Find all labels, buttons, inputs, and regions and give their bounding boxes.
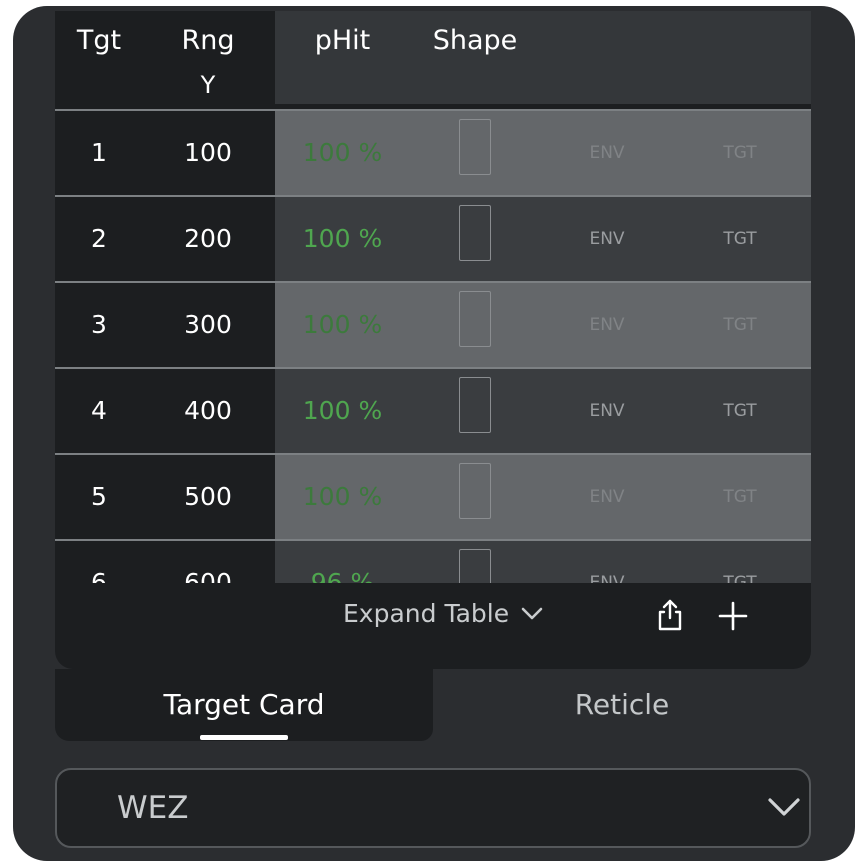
row-tgt: 6: [91, 568, 107, 583]
row-rng: 600: [184, 568, 232, 583]
row-phit: 100 %: [302, 224, 383, 253]
target-shape-icon[interactable]: [459, 291, 491, 347]
row-tgt: 3: [91, 310, 107, 339]
row-tgt: 5: [91, 482, 107, 511]
row-phit: 100 %: [302, 482, 383, 511]
expand-table-button[interactable]: Expand Table: [343, 599, 543, 628]
tgt-button[interactable]: TGT: [705, 197, 775, 281]
table-row[interactable]: 2 200 100 % ENV TGT: [55, 195, 811, 281]
env-button[interactable]: ENV: [572, 455, 642, 539]
table-row[interactable]: 4 400 100 % ENV TGT: [55, 367, 811, 453]
row-phit: 100 %: [302, 396, 383, 425]
target-shape-icon[interactable]: [459, 463, 491, 519]
chevron-down-icon: [768, 798, 800, 816]
row-rng: 500: [184, 482, 232, 511]
target-shape-icon[interactable]: [459, 377, 491, 433]
row-rng: 300: [184, 310, 232, 339]
target-shape-icon[interactable]: [459, 205, 491, 261]
mode-select[interactable]: WEZ: [55, 768, 811, 848]
row-phit: 100 %: [302, 310, 383, 339]
tgt-button[interactable]: TGT: [705, 369, 775, 453]
env-button[interactable]: ENV: [572, 369, 642, 453]
target-table-panel: Tgt Rng Y pHit Shape 1 100 100 % ENV TGT…: [55, 11, 811, 669]
target-shape-icon[interactable]: [459, 549, 491, 583]
header-rng: Rng: [181, 25, 235, 56]
tgt-button[interactable]: TGT: [705, 283, 775, 367]
header-phit: pHit: [314, 25, 371, 56]
tgt-button[interactable]: TGT: [705, 541, 775, 583]
tgt-button[interactable]: TGT: [705, 111, 775, 195]
header-rng-unit: Y: [200, 71, 216, 99]
table-header: Tgt Rng Y pHit Shape: [55, 11, 811, 104]
row-tgt: 1: [91, 138, 107, 167]
env-button[interactable]: ENV: [572, 197, 642, 281]
chevron-down-icon: [521, 607, 543, 619]
row-phit: 100 %: [302, 138, 383, 167]
tab-reticle[interactable]: Reticle: [433, 669, 811, 741]
row-tgt: 2: [91, 224, 107, 253]
row-rng: 200: [184, 224, 232, 253]
table-row[interactable]: 6 600 96 % ENV TGT: [55, 539, 811, 583]
share-icon[interactable]: [655, 598, 685, 632]
table-row[interactable]: 1 100 100 % ENV TGT: [55, 109, 811, 195]
active-tab-indicator: [200, 735, 288, 740]
expand-table-label: Expand Table: [343, 599, 510, 628]
row-tgt: 4: [91, 396, 107, 425]
tab-target-card[interactable]: Target Card: [55, 669, 433, 741]
row-rng: 400: [184, 396, 232, 425]
table-row[interactable]: 5 500 100 % ENV TGT: [55, 453, 811, 539]
device-frame: Tgt Rng Y pHit Shape 1 100 100 % ENV TGT…: [13, 6, 855, 861]
target-shape-icon[interactable]: [459, 119, 491, 175]
env-button[interactable]: ENV: [572, 283, 642, 367]
plus-icon[interactable]: [717, 600, 749, 632]
row-rng: 100: [184, 138, 232, 167]
tgt-button[interactable]: TGT: [705, 455, 775, 539]
table-scroll-area[interactable]: Tgt Rng Y pHit Shape 1 100 100 % ENV TGT…: [55, 11, 811, 583]
row-phit: 96 %: [310, 568, 375, 583]
header-tgt: Tgt: [76, 25, 122, 56]
header-shape: Shape: [432, 25, 518, 56]
env-button[interactable]: ENV: [572, 541, 642, 583]
table-row[interactable]: 3 300 100 % ENV TGT: [55, 281, 811, 367]
mode-select-value: WEZ: [117, 790, 189, 826]
env-button[interactable]: ENV: [572, 111, 642, 195]
